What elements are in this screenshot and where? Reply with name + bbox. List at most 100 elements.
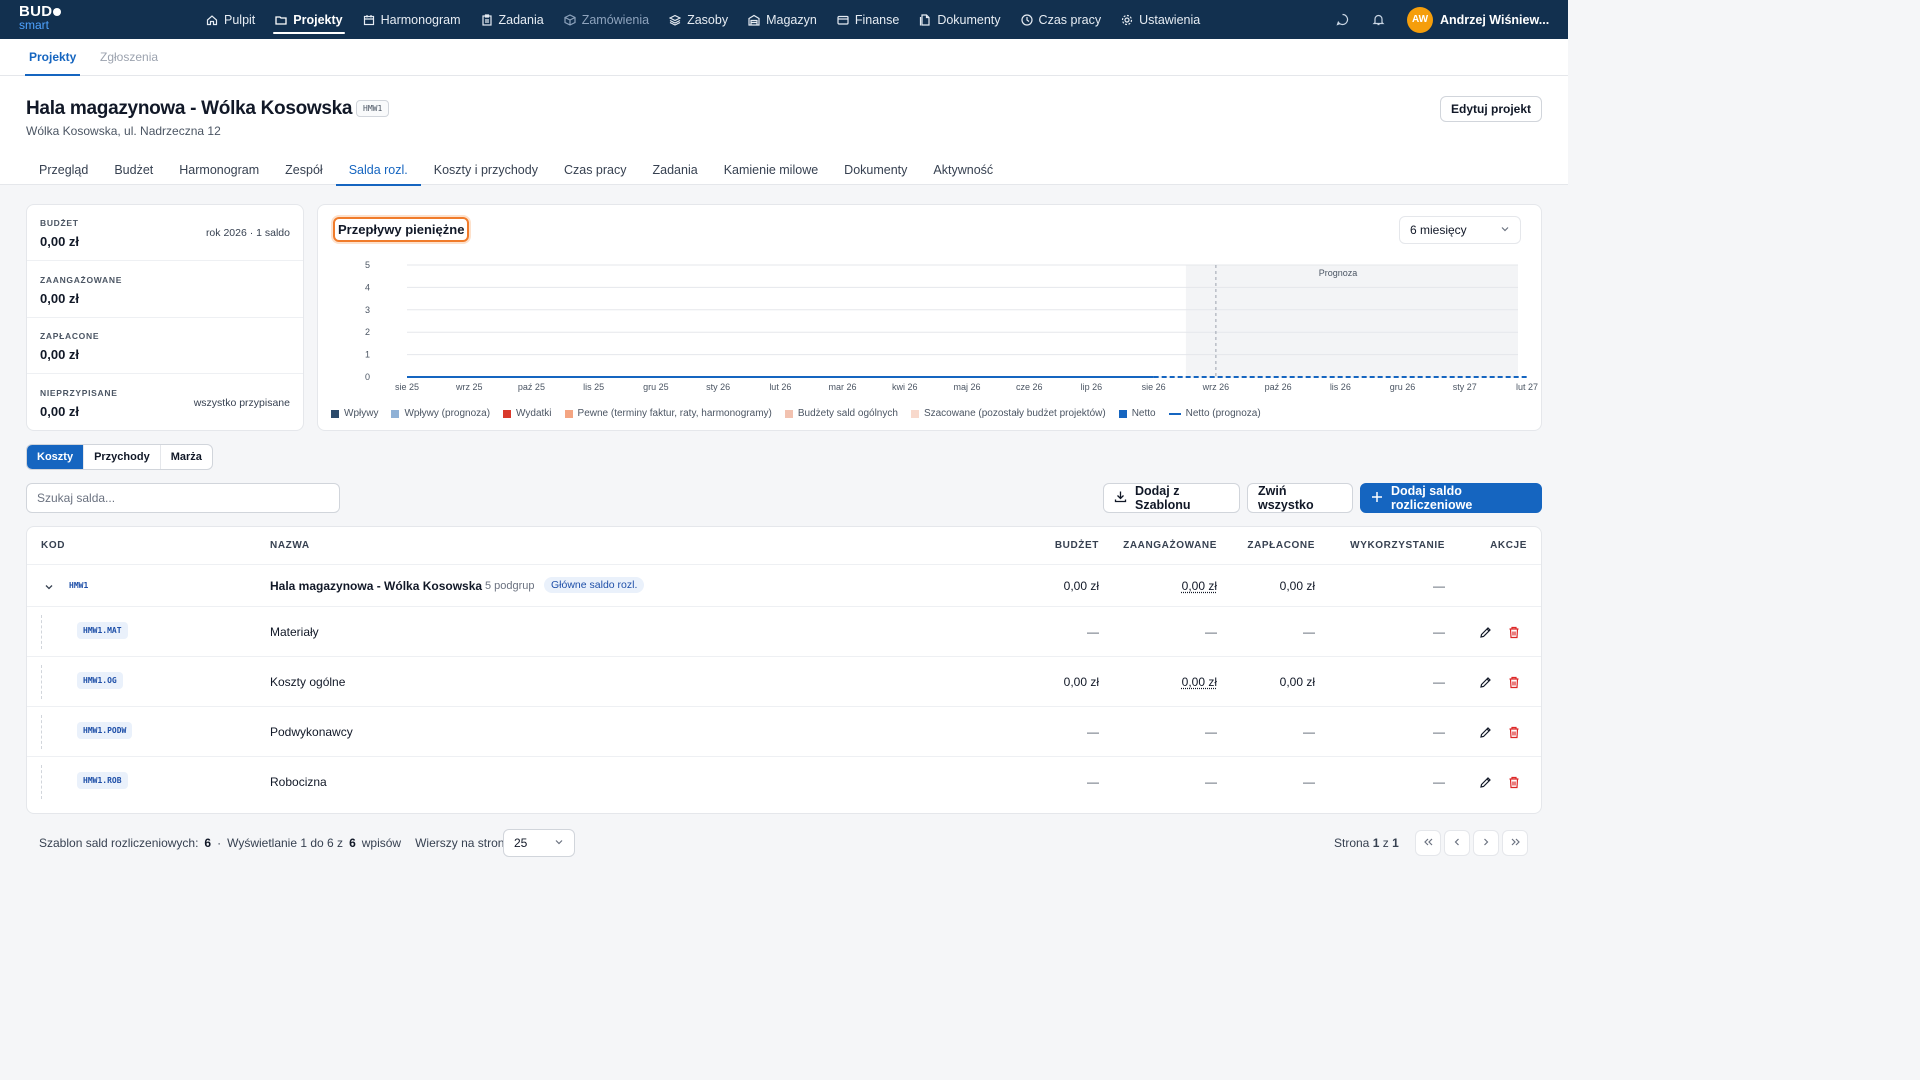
app-logo[interactable]: BUD smart [19, 4, 69, 34]
user-name[interactable]: Andrzej Wiśniew... [1440, 13, 1558, 27]
toggle-przychody[interactable]: Przychody [84, 445, 161, 469]
edit-icon[interactable] [1478, 675, 1492, 689]
tab-zespol[interactable]: Zespół [272, 154, 336, 185]
nav-item-zasoby[interactable]: Zasoby [659, 0, 738, 39]
legend-label: Budżety sald ogólnych [797, 408, 898, 419]
last-page-button[interactable] [1502, 830, 1528, 856]
legend-item-szacowane[interactable]: Szacowane (pozostały budżet projektów) [910, 408, 1106, 419]
col-header-budzet[interactable]: BUDŻET [1027, 540, 1099, 551]
cost-type-toggle: Koszty Przychody Marża [26, 444, 213, 470]
x-tick-label: kwi 26 [892, 382, 918, 392]
edit-icon[interactable] [1478, 625, 1492, 639]
tab-kamienie-milowe[interactable]: Kamienie milowe [711, 154, 831, 185]
bell-icon[interactable] [1371, 13, 1385, 27]
col-header-zaangazowane[interactable]: ZAANGAŻOWANE [1117, 540, 1217, 551]
tab-harmonogram[interactable]: Harmonogram [166, 154, 272, 185]
nav-item-dokumenty[interactable]: Dokumenty [909, 0, 1010, 39]
nav-item-pulpit[interactable]: Pulpit [196, 0, 265, 39]
nav-item-projekty[interactable]: Projekty [265, 0, 352, 39]
trash-icon[interactable] [1507, 675, 1521, 689]
next-page-button[interactable] [1473, 830, 1499, 856]
nav-item-finanse[interactable]: Finanse [827, 0, 909, 39]
collapse-all-button[interactable]: Zwiń wszystko [1247, 483, 1353, 513]
add-settlement-button[interactable]: Dodaj saldo rozliczeniowe [1360, 483, 1542, 513]
tab-koszty-i-przychody[interactable]: Koszty i przychody [421, 154, 551, 185]
gear-icon [1121, 14, 1133, 26]
nav-item-czas-pracy[interactable]: Czas pracy [1011, 0, 1112, 39]
first-page-button[interactable] [1415, 830, 1441, 856]
nav-label: Ustawienia [1139, 12, 1201, 27]
cell-committed: — [1205, 775, 1217, 789]
tab-czas-pracy[interactable]: Czas pracy [551, 154, 640, 185]
search-input[interactable] [26, 483, 340, 513]
toggle-koszty[interactable]: Koszty [27, 445, 85, 469]
col-header-kod[interactable]: KOD [41, 540, 65, 551]
tab-dokumenty[interactable]: Dokumenty [831, 154, 920, 185]
logo-mark-icon [53, 8, 62, 16]
topbar-right: AW Andrzej Wiśniew... [1335, 0, 1568, 39]
trash-icon[interactable] [1507, 775, 1521, 789]
col-header-nazwa[interactable]: NAZWA [270, 540, 310, 551]
previous-page-button[interactable] [1444, 830, 1470, 856]
x-tick-label: lut 27 [1516, 382, 1538, 392]
template-count-label: Szablon sald rozliczeniowych: [39, 836, 199, 850]
folder-icon [275, 14, 287, 26]
avatar[interactable]: AW [1407, 6, 1433, 33]
nav-item-harmonogram[interactable]: Harmonogram [353, 0, 471, 39]
legend-item-netto[interactable]: Netto [1118, 408, 1156, 419]
trash-icon[interactable] [1507, 625, 1521, 639]
row-code: HMW1.PODW [77, 722, 133, 739]
nav-item-magazyn[interactable]: Magazyn [738, 0, 827, 39]
chat-icon[interactable] [1335, 13, 1349, 27]
cell-paid: — [1303, 775, 1315, 789]
nav-item-ustawienia[interactable]: Ustawienia [1111, 0, 1210, 39]
table-row[interactable]: HMW1.PODW Podwykonawcy — — — — [27, 706, 1541, 756]
table-row[interactable]: HMW1.OG Koszty ogólne 0,00 zł 0,00 zł 0,… [27, 656, 1541, 706]
page-total: 1 [1392, 836, 1399, 850]
table-row-parent[interactable]: HMW1 Hala magazynowa - Wólka Kosowska 5 … [27, 564, 1541, 606]
cash-flow-chart: 0 1 2 3 4 5 Prognoza sie 25 wrz 25 paź 25 lis 25 gr… [365, 260, 1538, 392]
tab-budzet[interactable]: Budżet [101, 154, 166, 185]
y-tick-label: 3 [365, 305, 370, 315]
legend-item-budzety-sald[interactable]: Budżety sald ogólnych [784, 408, 898, 419]
subtab-zgloszenia[interactable]: Zgłoszenia [100, 39, 158, 75]
legend-item-wplywy-prognoza[interactable]: Wpływy (prognoza) [391, 408, 490, 419]
legend-item-wydatki[interactable]: Wydatki [503, 408, 552, 419]
col-header-zaplacone[interactable]: ZAPŁACONE [1227, 540, 1315, 551]
period-select[interactable]: 6 miesięcy [1399, 216, 1521, 244]
trash-icon[interactable] [1507, 725, 1521, 739]
tab-aktywnosc[interactable]: Aktywność [920, 154, 1006, 185]
edit-icon[interactable] [1478, 725, 1492, 739]
cash-flow-chart-card: Przepływy pieniężne 6 miesięcy 0 1 2 3 4 5 Pro… [317, 204, 1542, 431]
edit-icon[interactable] [1478, 775, 1492, 789]
nav-item-zamowienia[interactable]: Zamówienia [554, 0, 659, 39]
nav-item-zadania[interactable]: Zadania [471, 0, 554, 39]
nav-label: Dokumenty [937, 12, 1001, 27]
project-code-badge: HMW1 [356, 100, 390, 117]
legend-item-pewne[interactable]: Pewne (terminy faktur, raty, harmonogram… [564, 408, 772, 419]
warehouse-icon [748, 14, 760, 26]
legend-item-netto-prognoza[interactable]: Netto (prognoza) [1168, 408, 1261, 419]
rows-per-page-value: 25 [514, 836, 528, 850]
summary-row-nieprzypisane: NIEPRZYPISANE 0,00 zł wszystko przypisan… [27, 375, 303, 431]
cell-paid: 0,00 zł [1279, 579, 1315, 593]
col-header-wykorzystanie[interactable]: WYKORZYSTANIE [1327, 540, 1445, 551]
legend-item-wplywy[interactable]: Wpływy [331, 408, 378, 419]
table-row[interactable]: HMW1.MAT Materiały — — — — [27, 606, 1541, 656]
cell-committed[interactable]: 0,00 zł [1117, 579, 1217, 593]
nav-label: Czas pracy [1038, 12, 1102, 27]
rows-per-page-select[interactable]: 25 [503, 829, 575, 857]
tab-salda-rozl[interactable]: Salda rozl. [335, 154, 421, 186]
x-tick-label: maj 26 [953, 382, 980, 392]
table-row[interactable]: HMW1.ROB Robocizna — — — — [27, 756, 1541, 806]
tab-przeglad[interactable]: Przegląd [26, 154, 101, 185]
edit-project-button[interactable]: Edytuj projekt [1439, 96, 1542, 122]
display-suffix: wpisów [361, 836, 402, 850]
cell-committed[interactable]: 0,00 zł [1117, 675, 1217, 689]
toggle-marza[interactable]: Marża [161, 445, 212, 469]
chevron-down-icon[interactable] [44, 580, 54, 595]
x-tick-label: sty 27 [1453, 382, 1477, 392]
tab-zadania[interactable]: Zadania [640, 154, 711, 185]
add-from-template-button[interactable]: Dodaj z Szablonu [1103, 483, 1240, 513]
subtab-projekty[interactable]: Projekty [24, 39, 81, 76]
